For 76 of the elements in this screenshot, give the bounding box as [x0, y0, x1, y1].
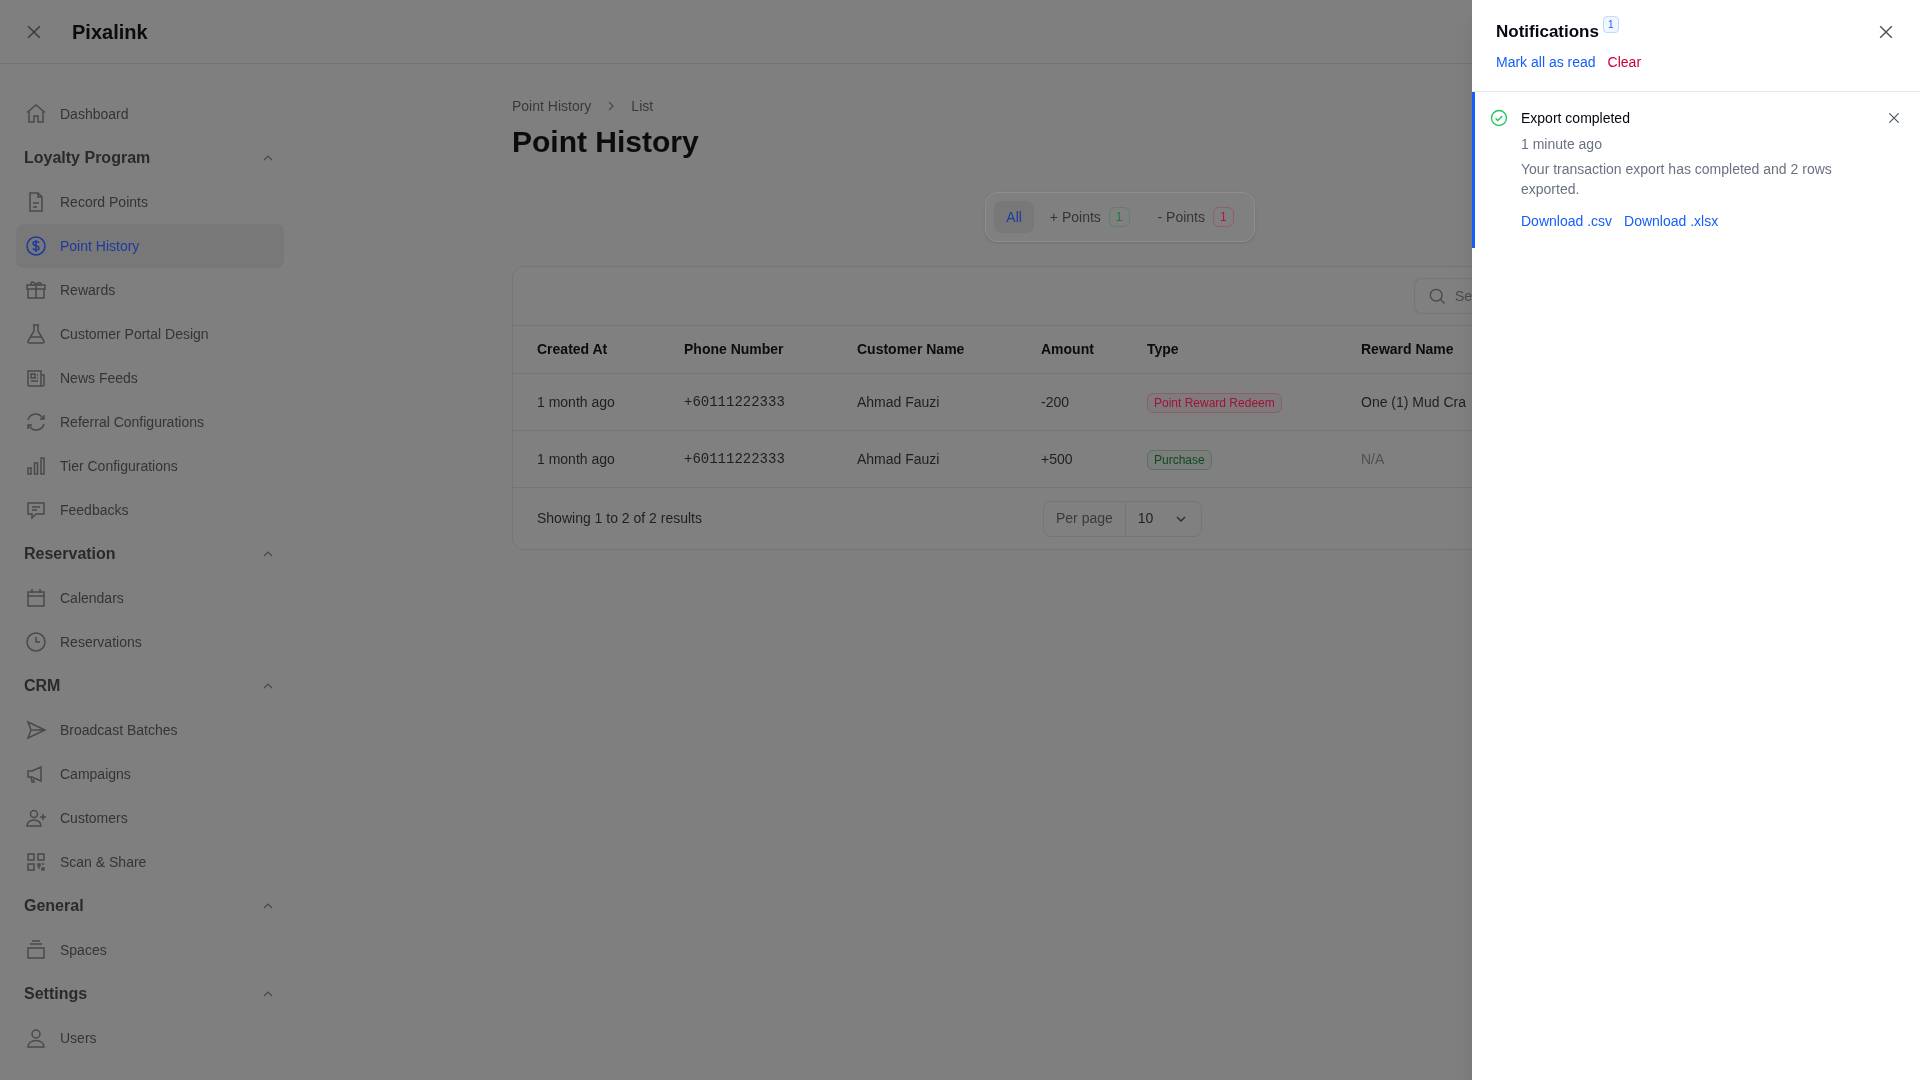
column-header: Reward Name — [1360, 340, 1455, 359]
column-header: Created At — [536, 340, 609, 359]
house-icon — [24, 102, 48, 126]
sidebar-item[interactable]: Feedbacks — [16, 488, 284, 532]
mark-all-read-link[interactable]: Mark all as read — [1496, 52, 1596, 73]
type-badge: Purchase — [1147, 450, 1212, 470]
table-cell-text: -200 — [1040, 392, 1071, 412]
bar-chart-icon — [24, 454, 48, 478]
sidebar-item[interactable]: Customer Portal Design — [16, 312, 284, 356]
count-badge: 1 — [1602, 16, 1619, 33]
app-title: Pixalink — [72, 19, 148, 45]
per-page-select[interactable]: Per page 10 — [1043, 500, 1203, 537]
count-badge: 1 — [1108, 207, 1130, 227]
user-icon — [24, 1026, 48, 1050]
type-badge: Point Reward Redeem — [1147, 393, 1282, 413]
section-header[interactable]: Loyalty Program — [16, 136, 284, 180]
section-header[interactable]: CRM — [16, 664, 284, 708]
column-header: Customer Name — [856, 340, 966, 359]
sidebar-item[interactable]: Users — [16, 1016, 284, 1060]
column-header: Amount — [1040, 340, 1095, 359]
paper-plane-icon — [24, 718, 48, 742]
sidebar-item[interactable]: News Feeds — [16, 356, 284, 400]
clear-link[interactable]: Clear — [1607, 52, 1642, 73]
sidebar-item[interactable]: Point History — [16, 224, 284, 268]
flask-icon — [24, 322, 48, 346]
count-badge: 1 — [1213, 207, 1234, 227]
sidebar-item[interactable]: Calendars — [16, 576, 284, 620]
page-title: Point History — [512, 124, 699, 160]
breadcrumb-link[interactable]: List — [631, 95, 654, 117]
section-header[interactable]: Settings — [16, 972, 284, 1016]
per-page-value: 10 — [1136, 509, 1154, 528]
table-cell-text: +500 — [1040, 449, 1074, 469]
table-cell-text: +60111222333 — [683, 392, 786, 412]
filter-tab[interactable]: + Points 1 — [1037, 201, 1142, 233]
results-summary: Showing 1 to 2 of 2 results — [537, 509, 703, 528]
notification-time: 1 minute ago — [1521, 135, 1603, 154]
sidebar-item[interactable]: Broadcast Batches — [16, 708, 284, 752]
download-link[interactable]: Download .csv — [1521, 211, 1613, 232]
column-header: Type — [1146, 340, 1180, 359]
calendar-icon — [24, 586, 48, 610]
panel-title: Notifications — [1496, 21, 1599, 43]
filter-tab[interactable]: - Points 1 — [1145, 201, 1246, 233]
dollar-icon — [24, 234, 48, 258]
gift-icon — [24, 278, 48, 302]
table-cell-text: 1 month ago — [536, 392, 616, 412]
section-header[interactable]: Reservation — [16, 532, 284, 576]
sidebar-item[interactable]: Reservations — [16, 620, 284, 664]
sidebar-item[interactable]: Referral Configurations — [16, 400, 284, 444]
sidebar-item[interactable]: Campaigns — [16, 752, 284, 796]
table-cell-text: +60111222333 — [683, 449, 786, 469]
search-icon — [1427, 286, 1447, 306]
qr-code-icon — [24, 850, 48, 874]
close-icon[interactable] — [1886, 110, 1902, 126]
column-header: Phone Number — [683, 340, 785, 359]
table-cell-text: One (1) Mud Cra — [1360, 392, 1468, 412]
sidebar-item[interactable]: Tier Configurations — [16, 444, 284, 488]
notification-message: Your transaction export has completed and 2 rows exported. — [1521, 160, 1833, 199]
sidebar-item[interactable]: Dashboard — [16, 92, 284, 136]
breadcrumb-link[interactable]: Point History — [512, 95, 592, 117]
sidebar-item[interactable]: Record Points — [16, 180, 284, 224]
per-page-label: Per page — [1044, 501, 1126, 536]
sidebar-item[interactable]: Spaces — [16, 928, 284, 972]
table-cell-text: Ahmad Fauzi — [856, 449, 941, 469]
clock-icon — [24, 630, 48, 654]
sidebar-item[interactable]: Customers — [16, 796, 284, 840]
sidebar-item[interactable]: Rewards — [16, 268, 284, 312]
download-link[interactable]: Download .xlsx — [1624, 211, 1719, 232]
stack-icon — [24, 938, 48, 962]
filter-tab[interactable]: All — [994, 201, 1034, 233]
table-cell-text: 1 month ago — [536, 449, 616, 469]
check-circle-icon — [1489, 108, 1509, 128]
sidebar-item[interactable]: Scan & Share — [16, 840, 284, 884]
notification-title: Export completed — [1521, 109, 1631, 128]
refresh-icon — [24, 410, 48, 434]
table-cell-text: Ahmad Fauzi — [856, 392, 941, 412]
section-header[interactable]: General — [16, 884, 284, 928]
